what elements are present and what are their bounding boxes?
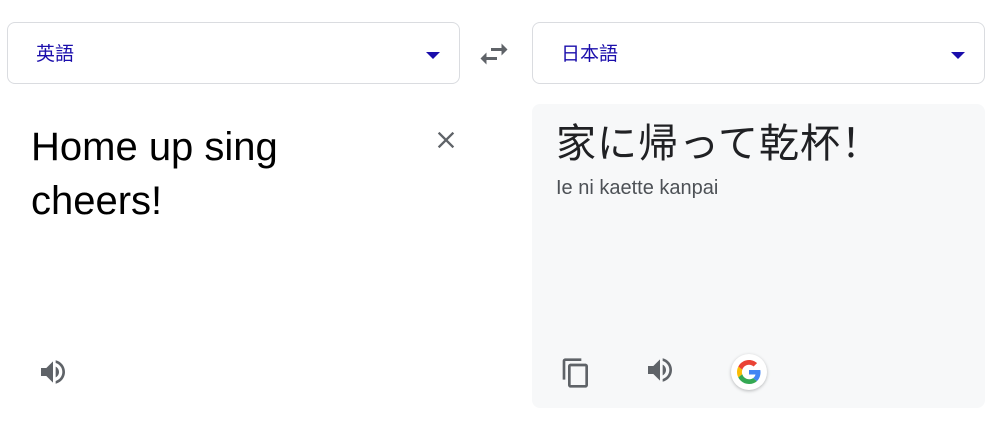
- swap-arrows-icon: [480, 43, 508, 65]
- listen-source-button[interactable]: [37, 356, 69, 388]
- source-text-area[interactable]: Home up sing cheers!: [7, 104, 460, 408]
- copy-translation-button[interactable]: [560, 356, 592, 390]
- source-language-select[interactable]: 英語: [7, 22, 460, 84]
- speaker-icon: [648, 358, 672, 382]
- google-translate-link[interactable]: [731, 354, 767, 390]
- speaker-icon: [41, 360, 65, 384]
- clear-source-button[interactable]: [432, 126, 460, 154]
- target-language-select[interactable]: 日本語: [532, 22, 985, 84]
- chevron-down-icon: [426, 52, 440, 59]
- swap-languages-button[interactable]: [476, 36, 512, 72]
- copy-icon: [562, 358, 588, 388]
- chevron-down-icon: [951, 52, 965, 59]
- source-language-label: 英語: [36, 43, 75, 65]
- google-g-logo-icon: [737, 360, 761, 384]
- target-language-label: 日本語: [561, 43, 619, 65]
- source-text[interactable]: Home up sing cheers!: [31, 120, 361, 228]
- close-icon: [437, 131, 455, 149]
- romanization-text: Ie ni kaette kanpai: [556, 177, 719, 199]
- translation-result-area: 家に帰って乾杯！ Ie ni kaette kanpai: [532, 104, 985, 408]
- translated-text: 家に帰って乾杯！: [556, 121, 882, 167]
- listen-translation-button[interactable]: [644, 354, 676, 386]
